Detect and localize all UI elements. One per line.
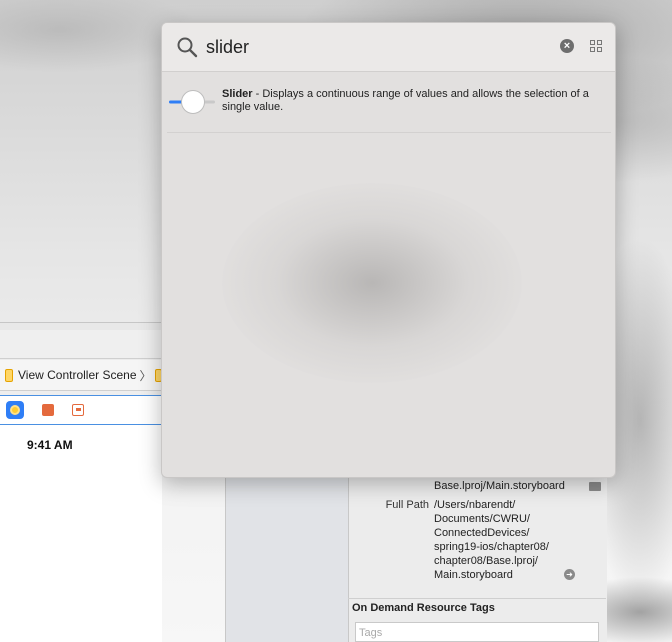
- result-description: Displays a continuous range of values an…: [222, 88, 589, 113]
- view-controller-glyph: [10, 405, 20, 415]
- preview-placeholder: [222, 183, 522, 383]
- full-path-label: Full Path: [385, 499, 429, 511]
- search-icon: [177, 37, 198, 58]
- inspector-divider: [348, 598, 606, 599]
- jump-bar[interactable]: View Controller Scene 〉: [0, 360, 162, 391]
- result-divider: [167, 132, 611, 133]
- tab-bar: [0, 330, 162, 359]
- location-value: Base.lproj/Main.storyboard: [434, 480, 565, 492]
- result-separator: -: [252, 88, 263, 100]
- first-responder-icon[interactable]: [42, 404, 54, 416]
- exit-icon[interactable]: [72, 404, 84, 416]
- library-search-input[interactable]: [206, 33, 526, 61]
- full-path-line: chapter08/Base.lproj/: [434, 555, 538, 567]
- jump-bar-scene-label[interactable]: View Controller Scene: [18, 368, 137, 382]
- library-result-item[interactable]: Slider - Displays a continuous range of …: [162, 79, 615, 133]
- canvas-area: [225, 470, 349, 642]
- on-demand-tags-title: On Demand Resource Tags: [352, 602, 495, 614]
- reveal-arrow-icon[interactable]: ➜: [564, 569, 575, 580]
- scene-dock: [0, 395, 162, 425]
- result-text: Slider - Displays a continuous range of …: [222, 88, 592, 114]
- clear-search-icon[interactable]: ×: [560, 39, 574, 53]
- slider-icon: [169, 90, 215, 114]
- library-search-bar: ×: [162, 23, 615, 72]
- folder-icon[interactable]: [589, 482, 601, 491]
- scene-icon: [5, 368, 13, 382]
- full-path-line: ConnectedDevices/: [434, 527, 530, 539]
- device-canvas: [0, 425, 162, 642]
- full-path-line: Main.storyboard: [434, 569, 513, 581]
- view-controller-dock-icon[interactable]: [6, 401, 24, 419]
- full-path-line: /Users/nbarendt/: [434, 499, 516, 511]
- result-title: Slider: [222, 88, 253, 100]
- chevron-right-icon: 〉: [139, 368, 152, 383]
- full-path-line: spring19-ios/chapter08/: [434, 541, 549, 553]
- object-library-popup: × Slider - Displays a continuous range o…: [161, 22, 616, 478]
- tags-input[interactable]: Tags: [355, 622, 599, 642]
- grid-view-icon[interactable]: [590, 40, 603, 53]
- status-bar-time: 9:41 AM: [27, 438, 73, 452]
- full-path-line: Documents/CWRU/: [434, 513, 530, 525]
- file-inspector: Base.lproj/Main.storyboard Full Path /Us…: [348, 470, 607, 642]
